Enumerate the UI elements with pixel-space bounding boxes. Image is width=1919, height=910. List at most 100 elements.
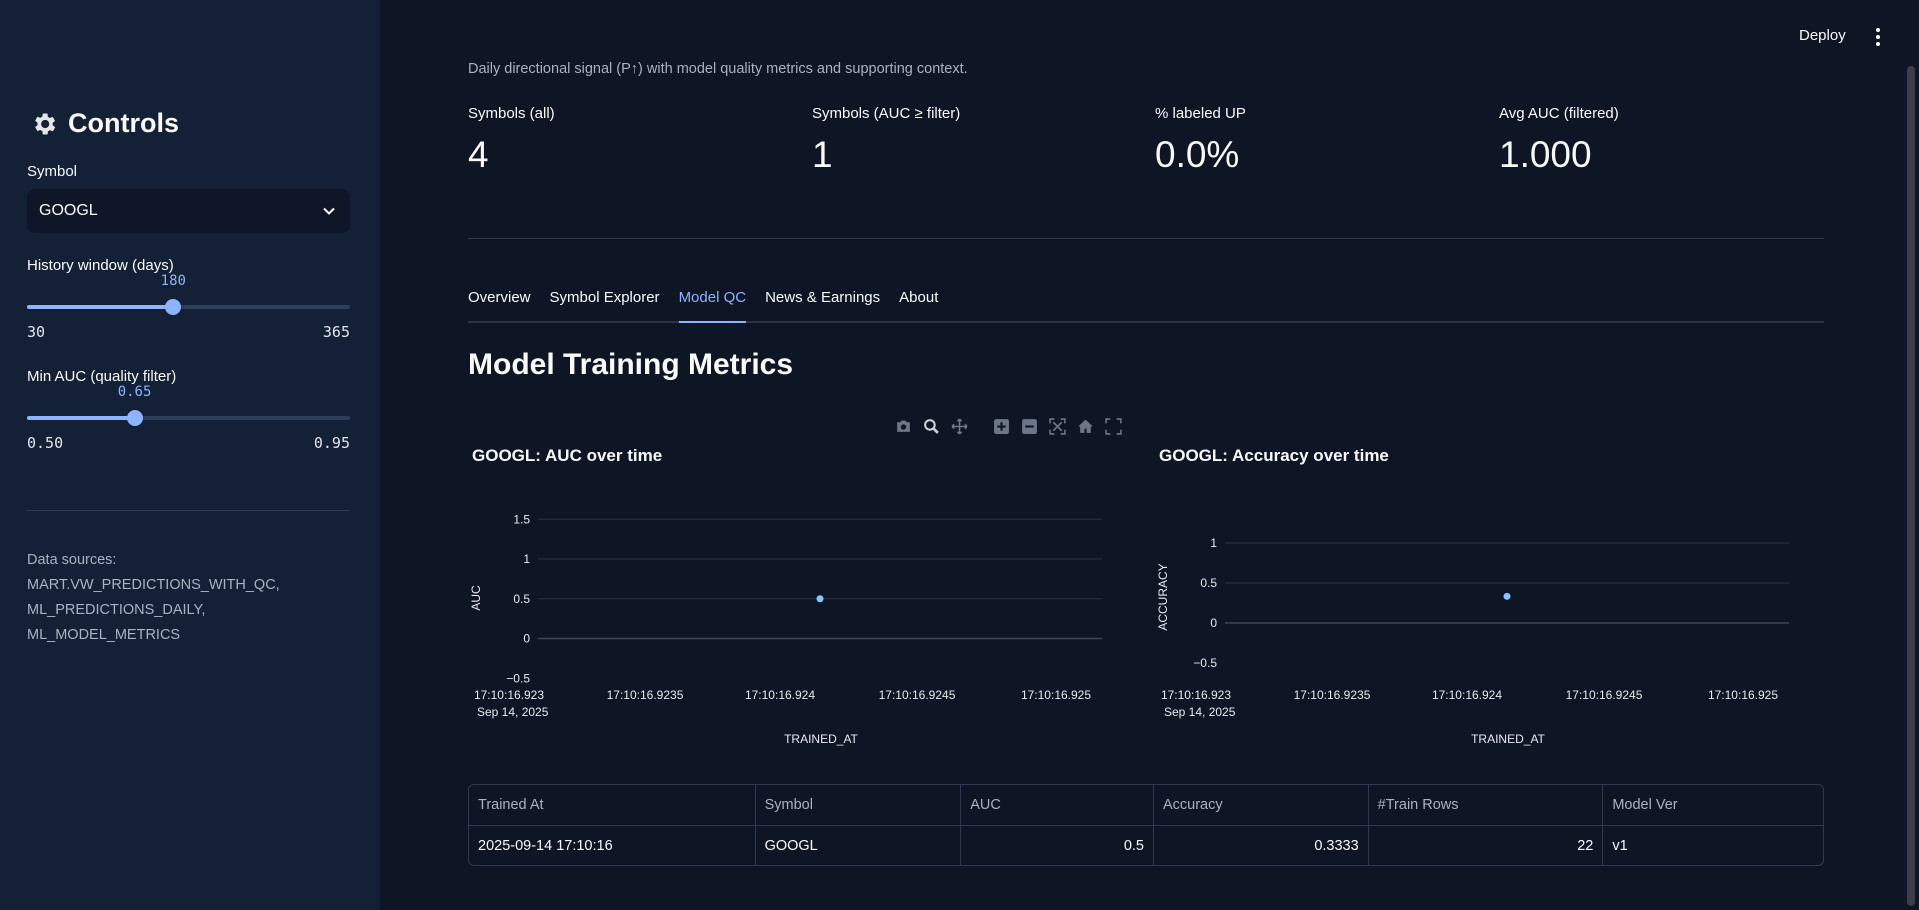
autoscale-icon[interactable] <box>1047 416 1067 436</box>
table-cell: 22 <box>1369 826 1604 865</box>
zoom-in-icon[interactable] <box>991 416 1011 436</box>
page-subtitle: Daily directional signal (P↑) with model… <box>468 61 968 77</box>
fullscreen-icon[interactable] <box>1103 416 1123 436</box>
column-header[interactable]: Accuracy <box>1154 785 1369 825</box>
metric-value: 0.0% <box>1155 134 1240 175</box>
column-header[interactable]: AUC <box>961 785 1154 825</box>
auc-chart: 1.5 1 0.5 0 −0.5 17:10:16.923 17:10:16.9235 17:… <box>468 440 1158 760</box>
tab-model-qc[interactable]: Model QC <box>678 286 747 323</box>
symbol-select[interactable]: GOOGL <box>27 189 350 233</box>
metric-label: Symbols (all) <box>468 105 555 122</box>
more-menu-icon[interactable] <box>1868 26 1888 48</box>
slider-thumb[interactable] <box>165 299 182 315</box>
chart-title: GOOGL: AUC over time <box>472 446 663 465</box>
x-tick-label: 17:10:16.923 <box>1161 688 1231 702</box>
history-window-label: History window (days) <box>27 257 174 274</box>
section-divider <box>468 238 1824 239</box>
table-cell: GOOGL <box>756 826 962 865</box>
range-min: 0.50 <box>27 434 64 452</box>
y-axis-label: AUC <box>469 585 483 611</box>
sidebar-divider <box>27 510 350 511</box>
toolbar-spacer <box>977 416 983 436</box>
y-tick-label: 0.5 <box>513 592 530 606</box>
x-tick-label: 17:10:16.925 <box>1021 688 1091 702</box>
zoom-icon[interactable] <box>921 416 941 436</box>
sidebar-title: Controls <box>30 108 179 139</box>
sidebar: Controls Symbol GOOGL History window (da… <box>0 0 380 910</box>
metric-value: 4 <box>468 134 489 175</box>
slider-value: 0.65 <box>117 384 152 400</box>
metric-label: Symbols (AUC ≥ filter) <box>812 105 961 122</box>
table-cell: 2025-09-14 17:10:16 <box>469 826 756 865</box>
y-tick-label: 1.5 <box>513 512 530 526</box>
section-title: Model Training Metrics <box>468 348 794 381</box>
tab-symbol-explorer[interactable]: Symbol Explorer <box>550 286 660 323</box>
pan-icon[interactable] <box>949 416 969 436</box>
y-tick-label: 1 <box>523 552 530 566</box>
metric-symbols-all: Symbols (all) 4 <box>468 105 555 176</box>
y-tick-label: −0.5 <box>506 671 530 685</box>
table-cell: v1 <box>1612 837 1628 854</box>
table-cell: 0.3333 <box>1154 826 1369 865</box>
y-tick-label: 0 <box>523 632 530 646</box>
symbol-select-value: GOOGL <box>39 202 98 219</box>
x-tick-date-label: Sep 14, 2025 <box>477 705 549 719</box>
deploy-button[interactable]: Deploy <box>1799 27 1846 44</box>
history-window-range: 30 365 <box>27 323 350 341</box>
y-tick-label: 0 <box>1210 616 1217 630</box>
scrollbar[interactable] <box>1907 66 1915 906</box>
slider-fill <box>27 416 135 420</box>
table-header-row: Trained At Symbol AUC Accuracy #Train Rows Mo… <box>469 785 1823 825</box>
symbol-label: Symbol <box>27 163 78 180</box>
y-tick-label: 0.5 <box>1200 576 1217 590</box>
table-row[interactable]: 2025-09-14 17:10:16 GOOGL 0.5 0.3333 22 v1 <box>469 825 1823 865</box>
data-point[interactable] <box>816 595 824 603</box>
y-tick-label: 1 <box>1210 536 1217 550</box>
chart-title: GOOGL: Accuracy over time <box>1159 446 1389 465</box>
column-header[interactable]: #Train Rows <box>1369 785 1604 825</box>
column-header[interactable]: Trained At <box>469 785 756 825</box>
home-icon[interactable] <box>1075 416 1095 436</box>
history-window-slider[interactable]: 180 <box>27 273 350 319</box>
x-axis-label: TRAINED_AT <box>1471 732 1545 746</box>
metric-label: Avg AUC (filtered) <box>1499 105 1619 122</box>
column-header[interactable]: Symbol <box>756 785 962 825</box>
data-point[interactable] <box>1503 592 1511 600</box>
metric-value: 1 <box>812 134 833 175</box>
x-tick-label: 17:10:16.9235 <box>607 688 684 702</box>
column-header[interactable]: Model Ver <box>1603 785 1823 825</box>
min-auc-label: Min AUC (quality filter) <box>27 368 177 385</box>
x-tick-label: 17:10:16.924 <box>745 688 815 702</box>
min-auc-range: 0.50 0.95 <box>27 434 350 452</box>
metric-label: % labeled UP <box>1155 105 1246 122</box>
x-tick-label: 17:10:16.9235 <box>1294 688 1371 702</box>
sidebar-title-text: Controls <box>68 108 179 138</box>
slider-thumb[interactable] <box>126 410 143 426</box>
y-tick-label: −0.5 <box>1193 656 1217 670</box>
metrics-table: Trained At Symbol AUC Accuracy #Train Rows Mo… <box>468 784 1824 866</box>
auc-chart-plot: 1.5 1 0.5 0 −0.5 17:10:16.923 17:10:16.9235 17:… <box>469 512 1102 746</box>
zoom-out-icon[interactable] <box>1019 416 1039 436</box>
camera-icon[interactable] <box>893 416 913 436</box>
y-axis-label: ACCURACY <box>1156 563 1170 630</box>
metric-labeled-up: % labeled UP 0.0% <box>1155 105 1246 176</box>
tab-about[interactable]: About <box>899 286 938 323</box>
tab-news-earnings[interactable]: News & Earnings <box>765 286 880 323</box>
x-tick-label: 17:10:16.925 <box>1708 688 1778 702</box>
x-tick-label: 17:10:16.923 <box>474 688 544 702</box>
tab-bar: Overview Symbol Explorer Model QC News &… <box>468 286 1824 323</box>
tab-overview[interactable]: Overview <box>468 286 531 323</box>
gear-icon <box>35 113 56 134</box>
metric-avg-auc: Avg AUC (filtered) 1.000 <box>1499 105 1619 176</box>
metric-symbols-filtered: Symbols (AUC ≥ filter) 1 <box>812 105 960 176</box>
x-tick-date-label: Sep 14, 2025 <box>1164 705 1236 719</box>
accuracy-chart: 1 0.5 0 −0.5 17:10:16.923 17:10:16.9235 17:10:… <box>1155 440 1845 760</box>
slider-fill <box>27 305 174 309</box>
min-auc-slider[interactable]: 0.65 <box>27 384 350 430</box>
data-sources-note: Data sources: MART.VW_PREDICTIONS_WITH_Q… <box>27 552 280 643</box>
range-max: 0.95 <box>313 434 350 452</box>
table-cell: 0.5 <box>961 826 1154 865</box>
x-tick-label: 17:10:16.924 <box>1432 688 1502 702</box>
x-tick-label: 17:10:16.9245 <box>879 688 956 702</box>
slider-value: 180 <box>160 273 186 289</box>
